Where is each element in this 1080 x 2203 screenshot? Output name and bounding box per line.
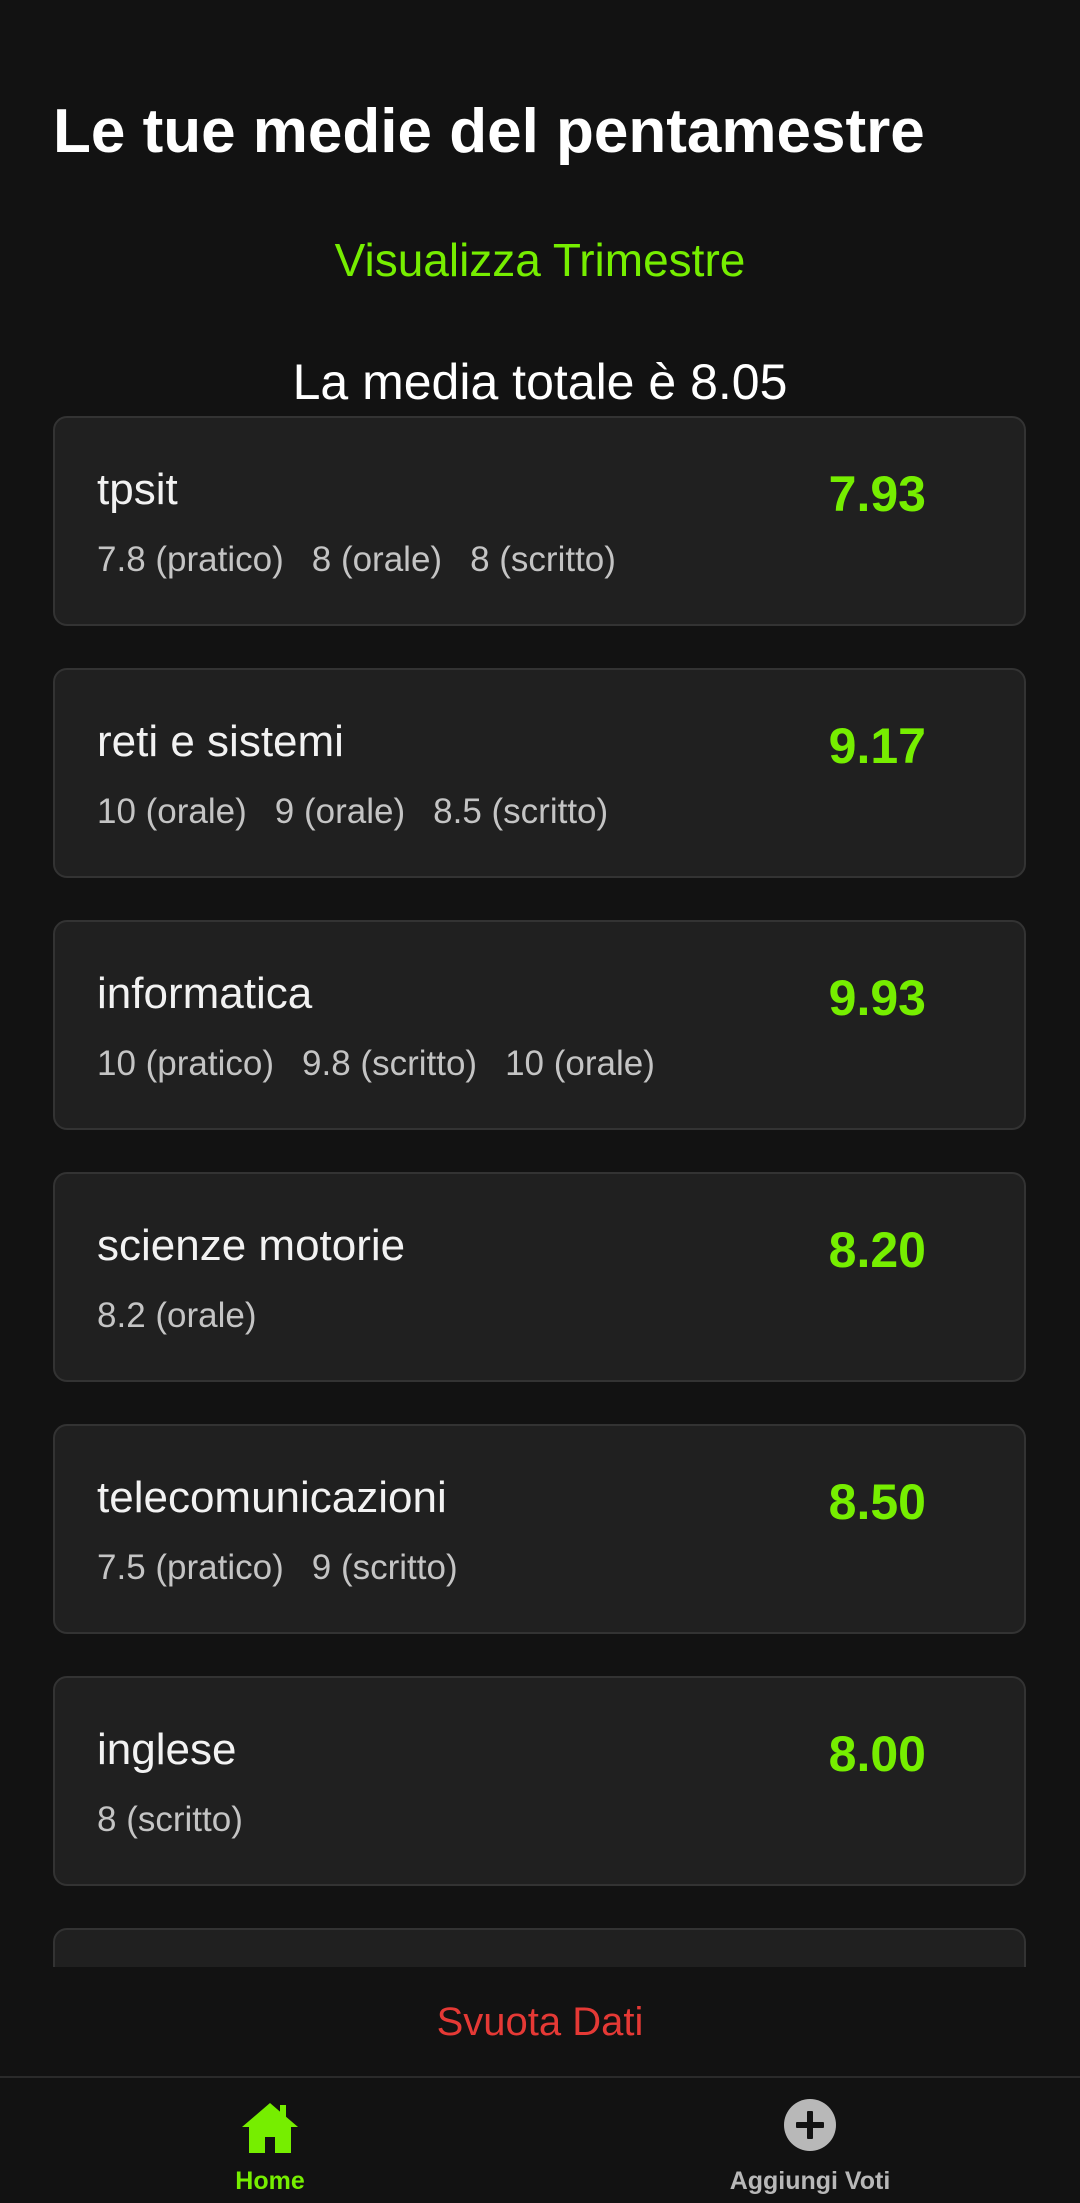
- subject-average: 8.20: [828, 1222, 926, 1278]
- nav-home[interactable]: Home: [0, 2078, 540, 2203]
- grade-entry: 10 (orale): [97, 792, 247, 831]
- grade-entry: 9 (scritto): [311, 1548, 458, 1587]
- subject-card[interactable]: scienze motorie 8.20 8.2 (orale): [53, 1172, 1026, 1382]
- grade-entry: 10 (pratico): [97, 1044, 275, 1083]
- subject-card[interactable]: inglese 8.00 8 (scritto): [53, 1676, 1026, 1886]
- subject-name: telecomunicazioni: [97, 1473, 447, 1522]
- subject-average: 7.93: [828, 466, 926, 522]
- grades-row: 10 (orale) 9 (orale) 8.5 (scritto): [97, 790, 636, 834]
- nav-add-grades[interactable]: Aggiungi Voti: [540, 2078, 1080, 2203]
- nav-home-label: Home: [235, 2167, 305, 2195]
- subject-name: reti e sistemi: [97, 717, 344, 766]
- total-average: La media totale è 8.05: [292, 354, 788, 410]
- subject-name: tpsit: [97, 465, 178, 514]
- subject-card[interactable]: telecomunicazioni 8.50 7.5 (pratico) 9 (s…: [53, 1424, 1026, 1634]
- grade-entry: 8.2 (orale): [97, 1296, 257, 1335]
- subject-average: 8.00: [828, 1726, 926, 1782]
- subject-card[interactable]: reti e sistemi 9.17 10 (orale) 9 (orale) 8…: [53, 668, 1026, 878]
- grade-entry: 7.5 (pratico): [97, 1548, 284, 1587]
- subject-card-partial[interactable]: [53, 1928, 1026, 1967]
- grade-entry: 8 (scritto): [470, 540, 616, 579]
- grade-entry: 9 (orale): [274, 792, 406, 831]
- grade-entry: 9.8 (scritto): [302, 1044, 478, 1083]
- grades-row: 7.8 (pratico) 8 (orale) 8 (scritto): [97, 538, 644, 582]
- grade-entry: 8 (orale): [311, 540, 443, 579]
- view-trimester-link[interactable]: Visualizza Trimestre: [0, 230, 1080, 290]
- subject-name: scienze motorie: [97, 1221, 406, 1270]
- subject-name: informatica: [97, 969, 313, 1018]
- nav-add-grades-label: Aggiungi Voti: [729, 2167, 891, 2195]
- bottom-navigation: Home Aggiungi Voti: [0, 2076, 1080, 2201]
- clear-data-button[interactable]: Svuota Dati: [0, 1992, 1080, 2052]
- page-title: Le tue medie del pentamestre: [53, 97, 925, 166]
- grades-row: 8.2 (orale): [97, 1294, 285, 1338]
- grade-entry: 8.5 (scritto): [433, 792, 609, 831]
- subject-average: 9.93: [828, 970, 926, 1026]
- subject-average: 8.50: [828, 1474, 926, 1530]
- grades-row: 7.5 (pratico) 9 (scritto): [97, 1546, 486, 1590]
- subject-average: 9.17: [828, 718, 926, 774]
- subject-card[interactable]: tpsit 7.93 7.8 (pratico) 8 (orale) 8 (scri…: [53, 416, 1026, 626]
- subject-name: inglese: [97, 1725, 237, 1774]
- grade-entry: 10 (orale): [505, 1044, 655, 1083]
- add-circle-icon: [784, 2099, 836, 2151]
- home-icon: [242, 2103, 298, 2153]
- grades-row: 8 (scritto): [97, 1798, 271, 1842]
- subject-card[interactable]: informatica 9.93 10 (pratico) 9.8 (scritt…: [53, 920, 1026, 1130]
- grade-entry: 8 (scritto): [97, 1800, 243, 1839]
- grade-entry: 7.8 (pratico): [97, 540, 284, 579]
- grades-row: 10 (pratico) 9.8 (scritto) 10 (orale): [97, 1042, 683, 1086]
- subject-list[interactable]: tpsit 7.93 7.8 (pratico) 8 (orale) 8 (scri…: [0, 412, 1080, 1967]
